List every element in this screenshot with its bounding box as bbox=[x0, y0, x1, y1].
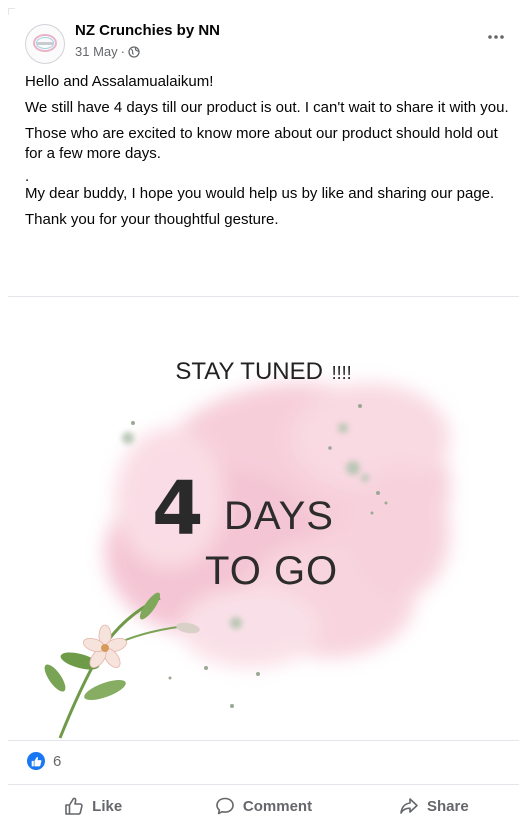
share-label: Share bbox=[426, 797, 469, 815]
globe-icon bbox=[128, 45, 140, 58]
post-date[interactable]: 31 May bbox=[75, 44, 118, 59]
divider bbox=[8, 740, 519, 741]
comment-button[interactable]: Comment bbox=[178, 790, 348, 822]
reaction-count: 6 bbox=[53, 752, 62, 770]
facebook-post: NZ Crunchies by NN 31 May · Hello and As… bbox=[0, 0, 527, 822]
post-paragraph: My dear buddy, I hope you would help us … bbox=[25, 185, 495, 202]
comment-label: Comment bbox=[242, 797, 313, 815]
to-go-label: TO GO bbox=[205, 549, 339, 593]
reactions-summary[interactable]: 6 bbox=[27, 752, 61, 770]
image-headline: STAY TUNED !!!! bbox=[0, 358, 527, 386]
divider bbox=[8, 784, 519, 785]
days-number: 4 bbox=[152, 466, 204, 552]
post-header: NZ Crunchies by NN 31 May · bbox=[25, 20, 513, 64]
post-meta: 31 May · bbox=[75, 44, 140, 59]
post-paragraph: Hello and Assalamualaikum! bbox=[25, 73, 214, 90]
like-label: Like bbox=[92, 797, 123, 815]
page-avatar[interactable] bbox=[25, 24, 65, 64]
headline-text: STAY TUNED bbox=[175, 358, 323, 385]
post-paragraph: Those who are excited to know more about… bbox=[25, 125, 498, 162]
like-button[interactable]: Like bbox=[8, 790, 178, 822]
like-reaction-icon bbox=[27, 752, 45, 770]
post-paragraph: . bbox=[25, 168, 30, 185]
headline-marks: !!!! bbox=[331, 363, 352, 383]
divider bbox=[8, 296, 519, 297]
meta-separator: · bbox=[120, 44, 125, 59]
more-options-icon[interactable] bbox=[485, 26, 507, 48]
share-arrow-icon bbox=[400, 798, 418, 814]
post-text: Hello and Assalamualaikum! We still have… bbox=[25, 72, 515, 236]
share-button[interactable]: Share bbox=[349, 790, 519, 822]
page-name-link[interactable]: NZ Crunchies by NN bbox=[75, 22, 220, 39]
comment-bubble-icon bbox=[216, 797, 234, 815]
avatar-logo-text bbox=[37, 42, 53, 45]
days-label: DAYS bbox=[224, 494, 334, 538]
post-actions: Like Comment Share bbox=[8, 790, 519, 822]
frame-corner bbox=[8, 8, 15, 15]
post-paragraph: Thank you for your thoughtful gesture. bbox=[25, 211, 279, 228]
thumbs-up-icon bbox=[65, 797, 83, 815]
post-paragraph: We still have 4 days till our product is… bbox=[25, 99, 509, 116]
